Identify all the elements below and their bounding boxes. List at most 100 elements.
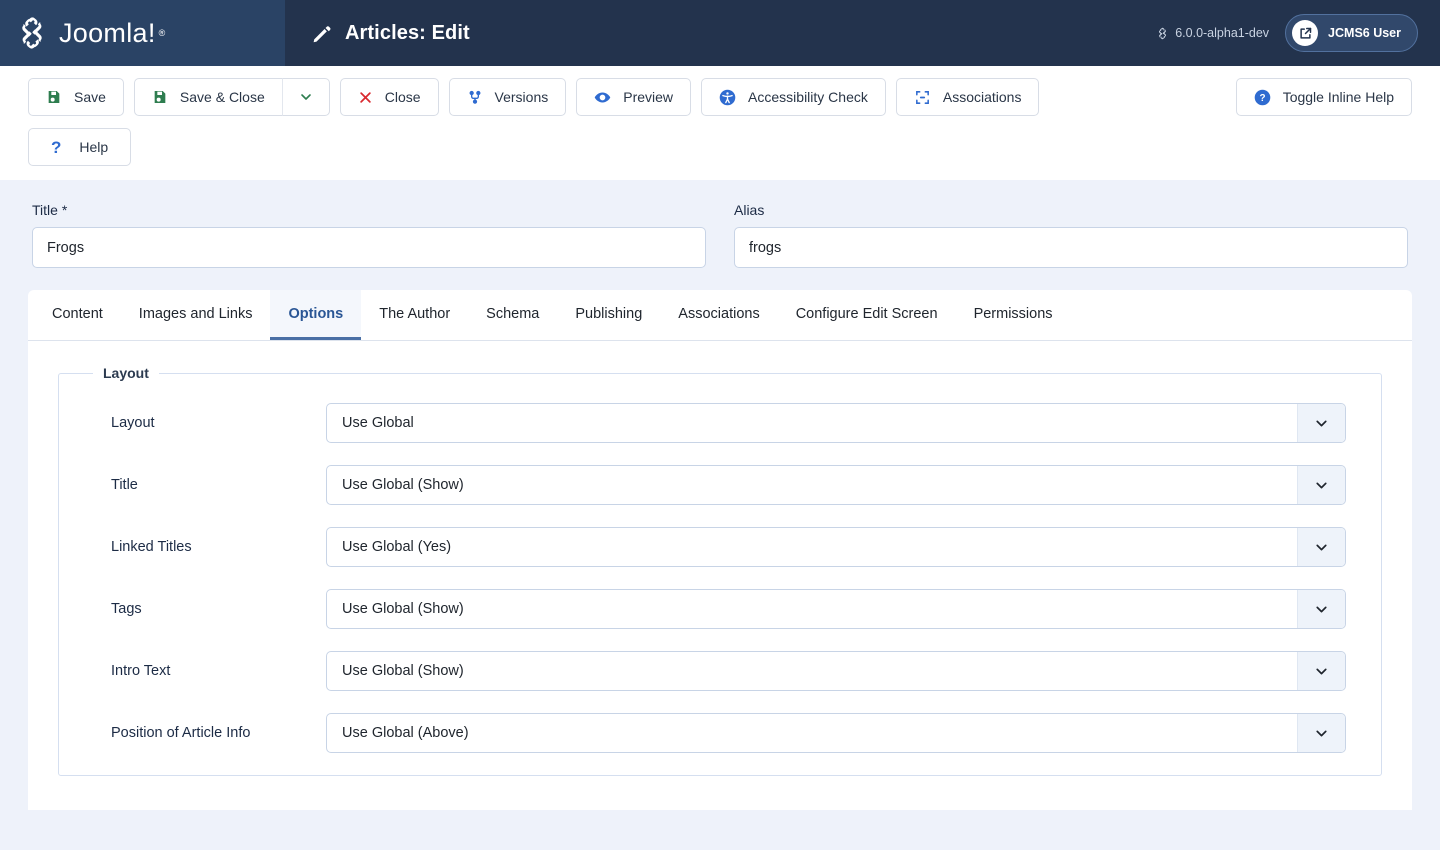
save-close-group: Save & Close [134,78,330,116]
save-button[interactable]: Save [28,78,124,116]
version-info: 6.0.0-alpha1-dev [1156,26,1269,40]
pencil-icon [311,23,332,44]
user-menu-button[interactable]: JCMS6 User [1285,14,1418,52]
tab-publishing[interactable]: Publishing [557,290,660,340]
save-button-label: Save [74,89,106,105]
intro-text-label: Intro Text [81,663,326,679]
chevron-down-icon[interactable] [1297,714,1345,752]
question-circle-icon: ? [1254,89,1271,106]
intro-text-select[interactable]: Use Global (Show) [326,651,1346,691]
brand-name: Joomla! [59,18,156,49]
associations-button[interactable]: Associations [896,78,1040,116]
save-and-close-button[interactable]: Save & Close [134,78,283,116]
help-button[interactable]: ? Help [28,128,131,166]
header-right: 6.0.0-alpha1-dev JCMS6 User [1156,14,1418,52]
title-option-label: Title [81,477,326,493]
x-icon [358,90,373,105]
app-header: Joomla! ® Articles: Edit 6.0.0-alpha1-de… [0,0,1440,66]
header-main: Articles: Edit 6.0.0-alpha1-dev JCMS6 Us… [285,0,1440,66]
accessibility-check-button[interactable]: Accessibility Check [701,78,886,116]
options-panel: Layout Layout Use Global Title Use Globa… [28,341,1412,786]
linked-titles-label: Linked Titles [81,539,326,555]
tab-configure-edit-screen[interactable]: Configure Edit Screen [778,290,956,340]
close-button[interactable]: Close [340,78,439,116]
eye-icon [594,89,611,106]
tags-select-value: Use Global (Show) [327,590,1297,628]
alias-input[interactable] [734,227,1408,268]
tab-options[interactable]: Options [270,290,361,340]
layout-select-value: Use Global [327,404,1297,442]
associations-icon [914,89,931,106]
accessibility-icon [719,89,736,106]
alias-label: Alias [734,202,1408,218]
save-disk-icon [46,89,62,105]
joomla-mark-icon [1156,27,1169,40]
title-option-select[interactable]: Use Global (Show) [326,465,1346,505]
chevron-down-icon [298,89,314,105]
preview-button[interactable]: Preview [576,78,691,116]
position-of-article-info-label: Position of Article Info [81,725,326,741]
tab-schema[interactable]: Schema [468,290,557,340]
tab-images-and-links[interactable]: Images and Links [121,290,271,340]
layout-select[interactable]: Use Global [326,403,1346,443]
field-row-intro-text: Intro Text Use Global (Show) [81,651,1359,691]
layout-fieldset: Layout Layout Use Global Title Use Globa… [58,365,1382,776]
versions-button[interactable]: Versions [449,78,567,116]
chevron-down-icon[interactable] [1297,404,1345,442]
layout-label: Layout [81,415,326,431]
associations-button-label: Associations [943,89,1022,105]
help-button-label: Help [79,139,108,155]
joomla-mark-icon [14,15,50,51]
field-row-title: Title Use Global (Show) [81,465,1359,505]
linked-titles-select[interactable]: Use Global (Yes) [326,527,1346,567]
toggle-inline-help-button[interactable]: ? Toggle Inline Help [1236,78,1412,116]
page-body: Title * Alias Content Images and Links O… [0,180,1440,810]
tab-permissions[interactable]: Permissions [956,290,1071,340]
field-row-linked-titles: Linked Titles Use Global (Yes) [81,527,1359,567]
save-dropdown-toggle[interactable] [282,78,330,116]
title-input[interactable] [32,227,706,268]
save-disk-icon [152,89,168,105]
linked-titles-select-value: Use Global (Yes) [327,528,1297,566]
joomla-logo[interactable]: Joomla! ® [14,15,165,51]
position-of-article-info-select-value: Use Global (Above) [327,714,1297,752]
field-row-tags: Tags Use Global (Show) [81,589,1359,629]
user-name: JCMS6 User [1328,26,1401,40]
chevron-down-icon[interactable] [1297,590,1345,628]
close-button-label: Close [385,89,421,105]
layout-fieldset-legend: Layout [93,365,159,381]
title-field-group: Title * [32,202,706,268]
tab-associations[interactable]: Associations [660,290,777,340]
toggle-inline-help-label: Toggle Inline Help [1283,89,1394,105]
title-label: Title * [32,202,706,218]
title-option-select-value: Use Global (Show) [327,466,1297,504]
toolbar: Save Save & Close Close [0,66,1440,180]
top-fields-row: Title * Alias [0,180,1440,290]
toolbar-second-row: ? Help [28,128,1412,166]
registered-mark: ® [159,28,166,38]
versions-button-label: Versions [495,89,549,105]
intro-text-select-value: Use Global (Show) [327,652,1297,690]
preview-button-label: Preview [623,89,673,105]
chevron-down-icon[interactable] [1297,652,1345,690]
version-text: 6.0.0-alpha1-dev [1175,26,1269,40]
svg-text:?: ? [1259,93,1265,104]
position-of-article-info-select[interactable]: Use Global (Above) [326,713,1346,753]
tab-the-author[interactable]: The Author [361,290,468,340]
alias-field-group: Alias [734,202,1408,268]
tab-bar: Content Images and Links Options The Aut… [28,290,1412,341]
edit-card: Content Images and Links Options The Aut… [28,290,1412,810]
accessibility-check-label: Accessibility Check [748,89,868,105]
field-row-position-of-article-info: Position of Article Info Use Global (Abo… [81,713,1359,753]
tags-label: Tags [81,601,326,617]
page-title-text: Articles: Edit [345,22,470,45]
branch-icon [467,89,483,105]
field-row-layout: Layout Use Global [81,403,1359,443]
tags-select[interactable]: Use Global (Show) [326,589,1346,629]
page-title: Articles: Edit [311,22,470,45]
question-mark-icon: ? [51,139,61,156]
brand-area[interactable]: Joomla! ® [0,0,285,66]
tab-content[interactable]: Content [34,290,121,340]
chevron-down-icon[interactable] [1297,528,1345,566]
chevron-down-icon[interactable] [1297,466,1345,504]
